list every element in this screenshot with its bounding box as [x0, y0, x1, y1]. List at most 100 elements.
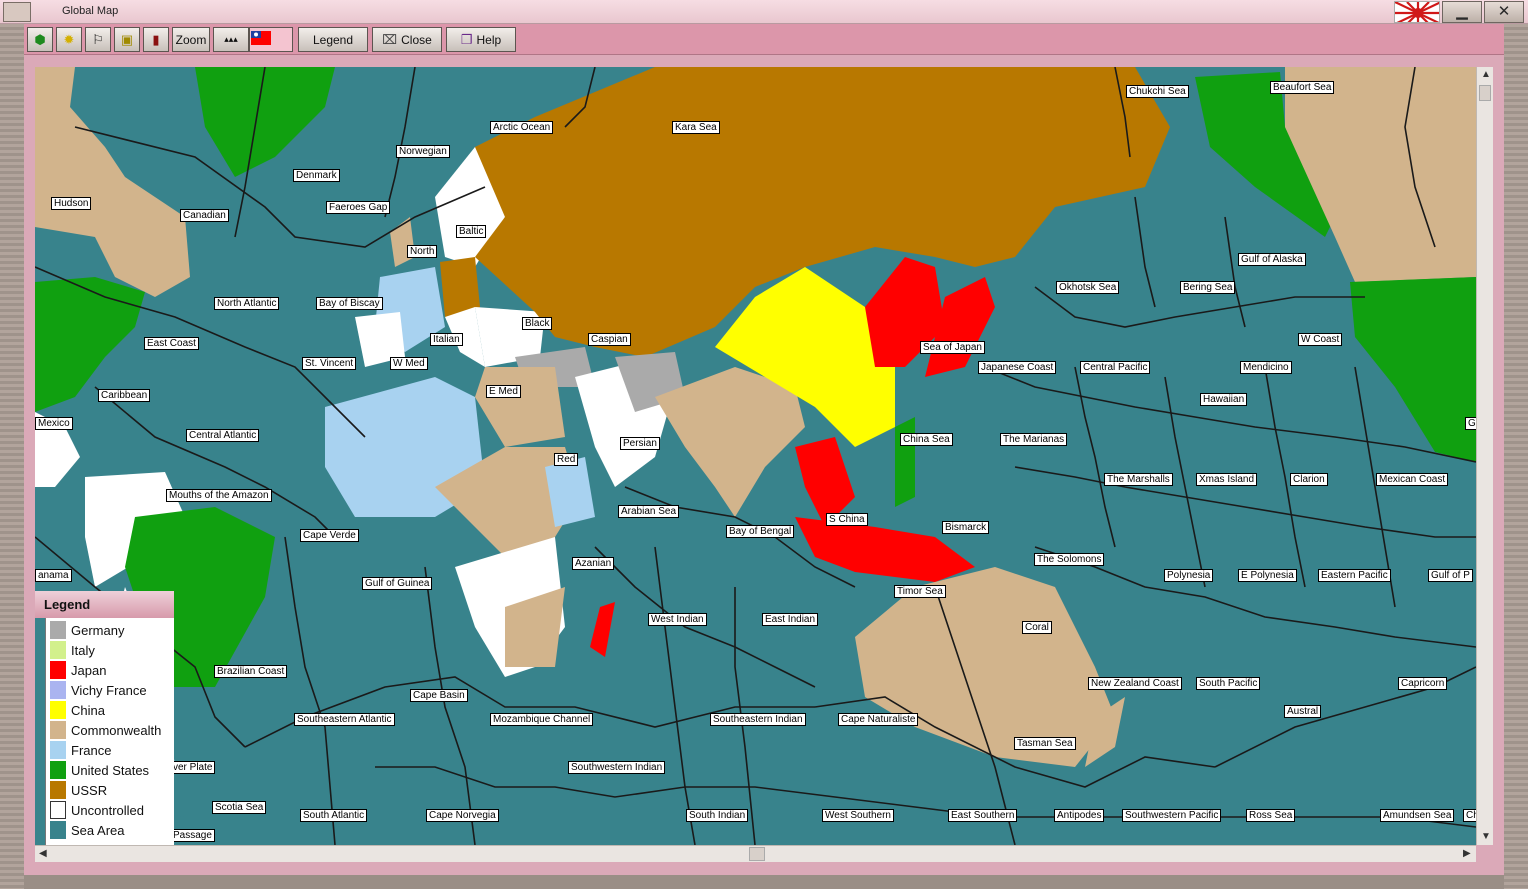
sea-label[interactable]: East Indian — [762, 613, 819, 626]
sea-label[interactable]: Brazilian Coast — [214, 665, 288, 678]
sea-label[interactable]: Passage — [170, 829, 215, 842]
sea-label[interactable]: Gulf of Guinea — [362, 577, 433, 590]
sea-label[interactable]: E Polynesia — [1238, 569, 1297, 582]
sea-label[interactable]: Persian — [620, 437, 660, 450]
sea-label[interactable]: The Solomons — [1034, 553, 1105, 566]
sea-label[interactable]: Coral — [1022, 621, 1052, 634]
sea-label[interactable]: Gulf of P — [1428, 569, 1473, 582]
sea-label[interactable]: Arabian Sea — [618, 505, 680, 518]
vertical-scroll-thumb[interactable] — [1479, 85, 1491, 101]
sea-label[interactable]: East Coast — [144, 337, 199, 350]
sea-label[interactable]: Scotia Sea — [212, 801, 267, 814]
sea-label[interactable]: Norwegian — [396, 145, 450, 158]
sea-label[interactable]: Mendicino — [1240, 361, 1292, 374]
vertical-scrollbar[interactable]: ▲ ▼ — [1476, 67, 1493, 845]
scroll-right-icon[interactable]: ▶ — [1463, 848, 1471, 859]
close-button[interactable]: ⌧ Close — [372, 27, 442, 52]
sea-label[interactable]: Baltic — [456, 225, 487, 238]
minimize-button[interactable]: ▁ — [1442, 1, 1482, 23]
sea-label[interactable]: North Atlantic — [214, 297, 280, 310]
sea-label[interactable]: St. Vincent — [302, 357, 357, 370]
sea-label[interactable]: Canadian — [180, 209, 229, 222]
sea-label[interactable]: The Marshalls — [1104, 473, 1173, 486]
sea-label[interactable]: Cape Norvegia — [426, 809, 499, 822]
nation-flag-button[interactable] — [249, 27, 293, 52]
sea-label[interactable]: China Sea — [900, 433, 953, 446]
sea-label[interactable]: Bay of Bengal — [726, 525, 795, 538]
sea-label[interactable]: Red — [554, 453, 579, 466]
sea-label[interactable]: Faeroes Gap — [326, 201, 391, 214]
sea-label[interactable]: E Med — [486, 385, 521, 398]
sea-label[interactable]: Antipodes — [1054, 809, 1105, 822]
sea-label[interactable]: W Coast — [1298, 333, 1343, 346]
sea-label[interactable]: Mexican Coast — [1376, 473, 1449, 486]
sea-label[interactable]: Xmas Island — [1196, 473, 1258, 486]
sea-label[interactable]: Azanian — [572, 557, 615, 570]
sea-label[interactable]: Southeastern Indian — [710, 713, 806, 726]
legend-header[interactable]: Legend — [35, 591, 174, 618]
sea-label[interactable]: Bay of Biscay — [316, 297, 383, 310]
sea-label[interactable]: Capricorn — [1398, 677, 1448, 690]
sea-label[interactable]: Amundsen Sea — [1380, 809, 1455, 822]
sea-label[interactable]: Tasman Sea — [1014, 737, 1076, 750]
sea-label[interactable]: Kara Sea — [672, 121, 720, 134]
sea-label[interactable]: Beaufort Sea — [1270, 81, 1335, 94]
sea-label[interactable]: North — [407, 245, 438, 258]
sea-label[interactable]: W Med — [390, 357, 428, 370]
zoom-button[interactable]: Zoom — [172, 27, 210, 52]
sea-label[interactable]: New Zealand Coast — [1088, 677, 1182, 690]
sea-label[interactable]: Gulf of Alaska — [1238, 253, 1306, 266]
sea-label[interactable]: Cape Basin — [410, 689, 468, 702]
sea-label[interactable]: Cape Verde — [300, 529, 359, 542]
sea-label[interactable]: Clarion — [1290, 473, 1328, 486]
sea-label[interactable]: Mexico — [35, 417, 73, 430]
sea-label[interactable]: G — [1465, 417, 1476, 430]
sea-label[interactable]: South Atlantic — [300, 809, 368, 822]
scroll-up-icon[interactable]: ▲ — [1481, 69, 1491, 80]
sea-label[interactable]: Southeastern Atlantic — [294, 713, 395, 726]
scroll-down-icon[interactable]: ▼ — [1481, 831, 1491, 842]
sea-label[interactable]: anama — [35, 569, 72, 582]
sea-label[interactable]: The Marianas — [1000, 433, 1068, 446]
sea-label[interactable]: South Pacific — [1196, 677, 1261, 690]
horizontal-scrollbar[interactable]: ◀ ▶ — [35, 845, 1476, 862]
factory-tool-button[interactable]: ▮ — [143, 27, 169, 52]
flag-tool-button[interactable]: ⚐ — [85, 27, 111, 52]
sea-label[interactable]: Sea of Japan — [920, 341, 985, 354]
sea-label[interactable]: Hudson — [51, 197, 92, 210]
sea-label[interactable]: Ross Sea — [1246, 809, 1296, 822]
sea-label[interactable]: Cape Naturaliste — [838, 713, 919, 726]
sea-label[interactable]: Chukchi Sea — [1126, 85, 1189, 98]
sea-label[interactable]: Black — [522, 317, 553, 330]
horizontal-scroll-thumb[interactable] — [749, 847, 765, 861]
sea-label[interactable]: Southwestern Indian — [568, 761, 666, 774]
sea-label[interactable]: Bismarck — [942, 521, 990, 534]
sea-label[interactable]: Caribbean — [98, 389, 151, 402]
world-map[interactable]: Arctic Ocean Kara Sea Chukchi Sea Beaufo… — [35, 67, 1476, 845]
sea-label[interactable]: Denmark — [293, 169, 340, 182]
system-menu-icon[interactable] — [3, 2, 31, 22]
sea-label[interactable]: S China — [826, 513, 868, 526]
sea-label[interactable]: Bering Sea — [1180, 281, 1236, 294]
sea-label[interactable]: ver Plate — [170, 761, 216, 774]
help-button[interactable]: ❒ Help — [446, 27, 516, 52]
sea-label[interactable]: Polynesia — [1164, 569, 1214, 582]
sea-label[interactable]: Okhotsk Sea — [1056, 281, 1120, 294]
sea-label[interactable]: Japanese Coast — [978, 361, 1057, 374]
scroll-left-icon[interactable]: ◀ — [39, 848, 47, 859]
legend-button[interactable]: Legend — [298, 27, 368, 52]
close-window-button[interactable]: ✕ — [1484, 1, 1524, 23]
sea-label[interactable]: Timor Sea — [894, 585, 946, 598]
sea-label[interactable]: East Southern — [948, 809, 1018, 822]
sea-label[interactable]: West Southern — [822, 809, 894, 822]
supply-tool-button[interactable]: ⬢ — [27, 27, 53, 52]
weather-tool-button[interactable]: ✹ — [56, 27, 82, 52]
sea-label[interactable]: South Indian — [686, 809, 749, 822]
sea-label[interactable]: Central Atlantic — [186, 429, 260, 442]
sea-label[interactable]: Caspian — [588, 333, 631, 346]
sea-label[interactable]: Ch — [1463, 809, 1476, 822]
sea-label[interactable]: Hawaiian — [1200, 393, 1248, 406]
sea-label[interactable]: West Indian — [648, 613, 707, 626]
sea-label[interactable]: Southwestern Pacific — [1122, 809, 1222, 822]
sea-label[interactable]: Mouths of the Amazon — [166, 489, 272, 502]
